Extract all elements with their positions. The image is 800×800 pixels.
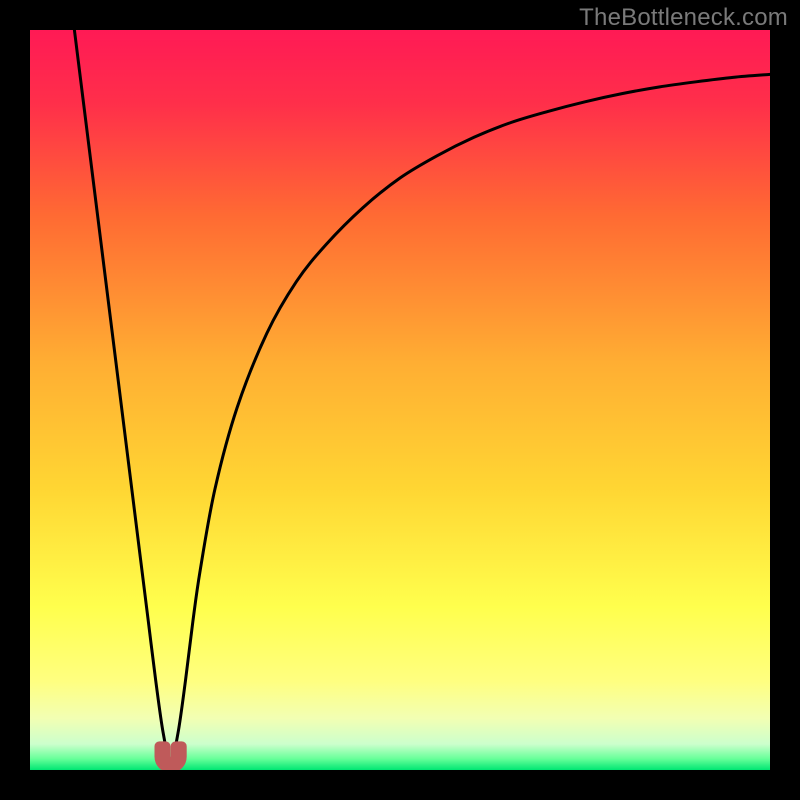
gradient-background bbox=[30, 30, 770, 770]
bottleneck-chart bbox=[30, 30, 770, 770]
watermark-text: TheBottleneck.com bbox=[579, 4, 788, 32]
chart-frame: TheBottleneck.com bbox=[0, 0, 800, 800]
